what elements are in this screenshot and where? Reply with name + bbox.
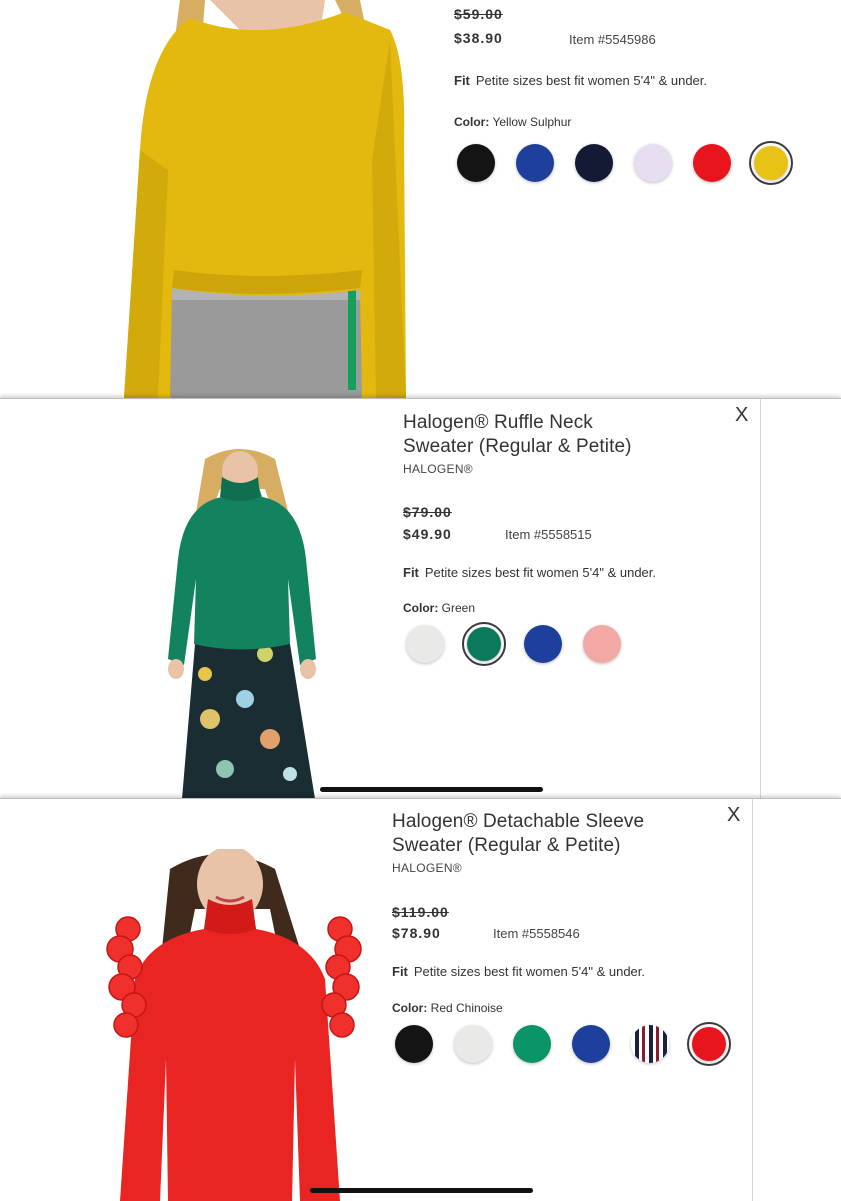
color-swatch-stripe[interactable] <box>628 1022 672 1066</box>
fit-info: Fit Petite sizes best fit women 5'4" & un… <box>403 565 656 580</box>
item-number: Item #5545986 <box>569 32 656 47</box>
swatch-color-dot <box>395 1025 433 1063</box>
item-number: Item #5558515 <box>505 527 592 542</box>
color-swatch-blue[interactable] <box>521 622 565 666</box>
original-price: $79.00 <box>403 504 452 520</box>
product-title-line-2: Sweater (Regular & Petite) <box>403 436 632 457</box>
original-price: $119.00 <box>392 904 449 920</box>
color-swatch-yellow-sulphur[interactable] <box>749 141 793 185</box>
color-label: Color: <box>392 1001 428 1015</box>
swatch-color-dot <box>572 1025 610 1063</box>
swatch-color-dot <box>524 625 562 663</box>
sale-price: $38.90 <box>454 30 503 46</box>
panel-edge <box>752 799 753 1201</box>
color-swatch-red[interactable] <box>690 141 734 185</box>
color-swatch-navy[interactable] <box>572 141 616 185</box>
swatch-color-dot <box>457 144 495 182</box>
home-indicator[interactable] <box>320 787 543 792</box>
panel-edge <box>760 399 761 799</box>
color-value: Yellow Sulphur <box>492 115 572 129</box>
close-button[interactable]: X <box>735 404 748 427</box>
color-swatches <box>454 141 808 185</box>
color-info: Color: Red Chinoise <box>392 1001 503 1015</box>
original-price: $59.00 <box>454 6 503 22</box>
swatch-color-dot <box>516 144 554 182</box>
fit-info: Fit Petite sizes best fit women 5'4" & un… <box>392 964 645 979</box>
color-swatch-red-chinoise[interactable] <box>687 1022 731 1066</box>
swatch-color-dot <box>583 625 621 663</box>
swatch-color-dot <box>754 146 788 180</box>
color-label: Color: <box>454 115 490 129</box>
sale-price: $49.90 <box>403 526 452 542</box>
color-info: Color: Yellow Sulphur <box>454 115 571 129</box>
color-info: Color: Green <box>403 601 475 615</box>
color-swatch-ivory[interactable] <box>451 1022 495 1066</box>
color-swatch-pink[interactable] <box>580 622 624 666</box>
color-label: Color: <box>403 601 439 615</box>
product-panel-red-sweater: X Halogen® Detachable Sleeve Sweater (Re… <box>0 798 841 1201</box>
swatch-color-dot <box>513 1025 551 1063</box>
color-swatches <box>403 622 639 666</box>
fit-label: Fit <box>392 964 408 979</box>
swatch-color-dot <box>467 627 501 661</box>
fit-text: Petite sizes best fit women 5'4" & under… <box>475 73 707 88</box>
item-number: Item #5558546 <box>493 926 580 941</box>
color-swatch-black[interactable] <box>392 1022 436 1066</box>
product-photo-green-sweater[interactable] <box>150 449 330 799</box>
color-swatch-ivory[interactable] <box>403 622 447 666</box>
color-value: Red Chinoise <box>430 1001 503 1015</box>
color-swatch-black[interactable] <box>454 141 498 185</box>
sale-price: $78.90 <box>392 925 441 941</box>
fit-text: Petite sizes best fit women 5'4" & under… <box>413 964 645 979</box>
brand-name[interactable]: HALOGEN® <box>392 861 462 875</box>
swatch-color-dot <box>575 144 613 182</box>
product-panel-yellow-sweater: $59.00 $38.90 Item #5545986 Fit Petite si… <box>0 0 841 398</box>
color-swatch-green[interactable] <box>462 622 506 666</box>
swatch-color-dot <box>454 1025 492 1063</box>
product-title-line-1: Halogen® Detachable Sleeve <box>392 811 645 832</box>
product-photo-yellow-sweater[interactable] <box>110 0 420 398</box>
product-photo-red-sweater[interactable] <box>100 849 370 1201</box>
product-title: Halogen® Detachable Sleeve Sweater (Regu… <box>392 810 644 858</box>
swatch-color-dot <box>692 1027 726 1061</box>
fit-label: Fit <box>403 565 419 580</box>
product-title-line-1: Halogen® Ruffle Neck <box>403 412 593 433</box>
fit-label: Fit <box>454 73 470 88</box>
brand-name[interactable]: HALOGEN® <box>403 462 473 476</box>
swatch-color-dot <box>406 625 444 663</box>
color-swatch-blue[interactable] <box>569 1022 613 1066</box>
product-title-line-2: Sweater (Regular & Petite) <box>392 835 621 856</box>
product-panel-green-sweater: X Halogen® Ruffle Neck Sweater (Regular … <box>0 398 841 799</box>
swatch-color-dot <box>634 144 672 182</box>
home-indicator[interactable] <box>310 1188 533 1193</box>
color-swatch-green[interactable] <box>510 1022 554 1066</box>
color-swatches <box>392 1022 746 1066</box>
swatch-color-dot <box>631 1025 669 1063</box>
color-swatch-blue[interactable] <box>513 141 557 185</box>
color-value: Green <box>441 601 476 615</box>
product-title: Halogen® Ruffle Neck Sweater (Regular & … <box>403 411 632 459</box>
close-button[interactable]: X <box>727 804 740 827</box>
color-swatch-lilac[interactable] <box>631 141 675 185</box>
swatch-color-dot <box>693 144 731 182</box>
fit-info: Fit Petite sizes best fit women 5'4" & un… <box>454 73 707 88</box>
fit-text: Petite sizes best fit women 5'4" & under… <box>424 565 656 580</box>
